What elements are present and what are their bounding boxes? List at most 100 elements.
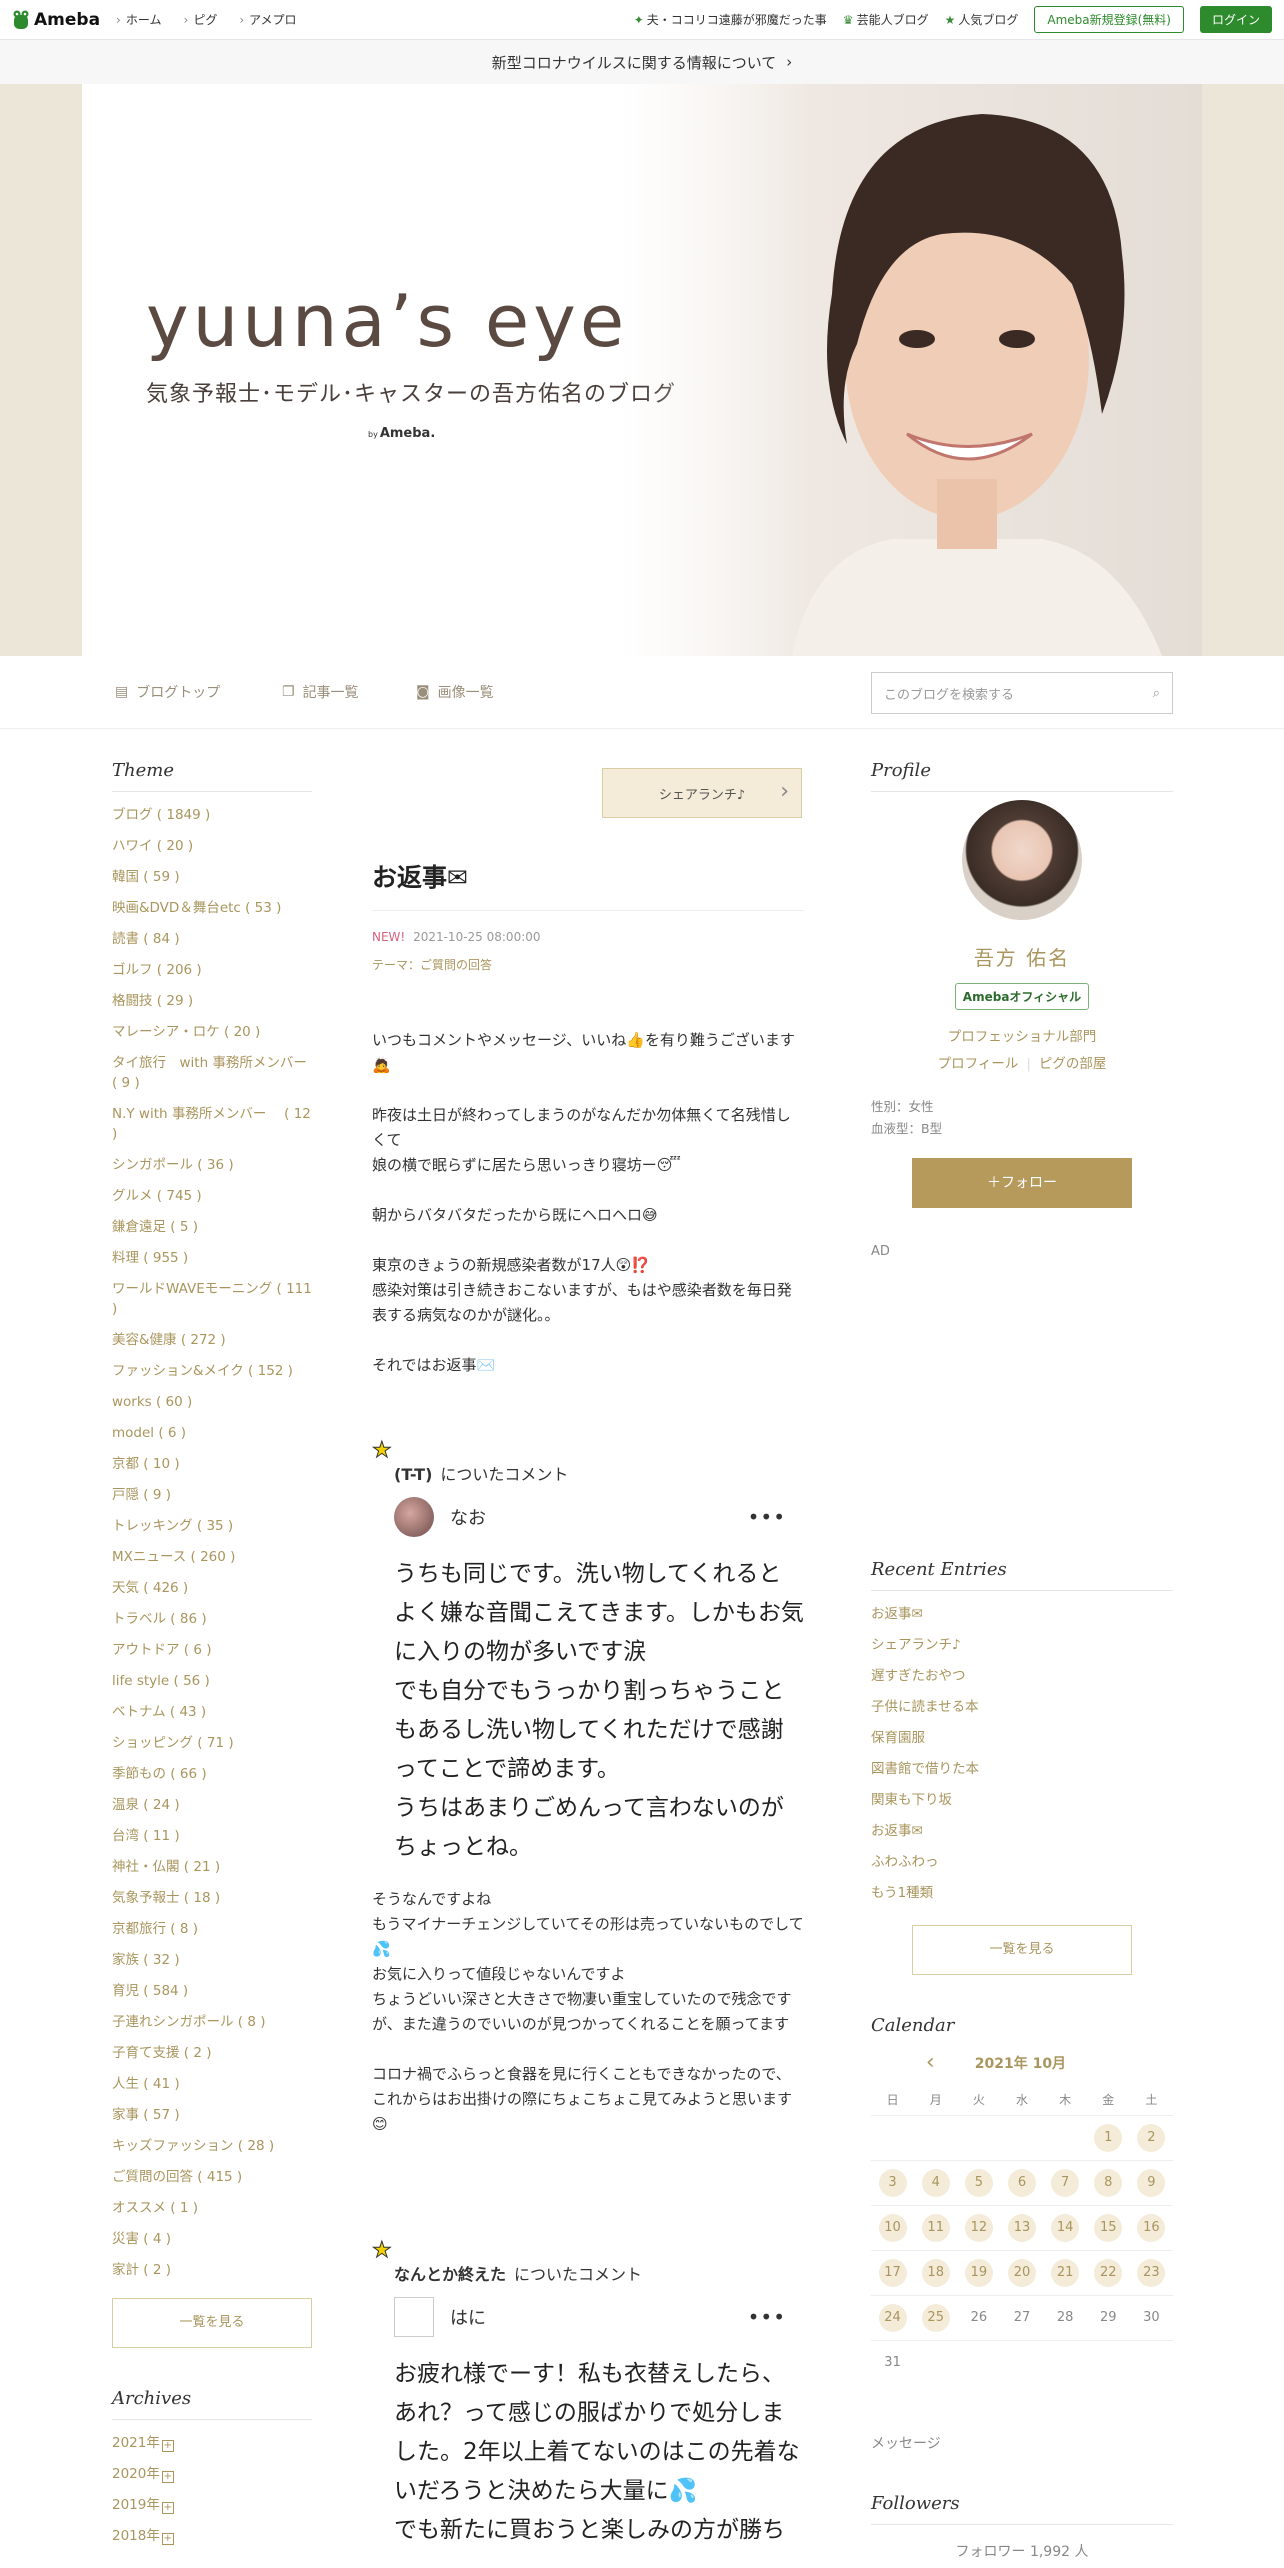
expand-icon[interactable]: + bbox=[161, 2440, 174, 2452]
calendar-day[interactable]: 9 bbox=[1129, 2159, 1173, 2205]
nav-amepro[interactable]: アメプロ bbox=[239, 11, 296, 28]
calendar-day[interactable]: 29 bbox=[1086, 2294, 1130, 2340]
calendar-day[interactable]: 10 bbox=[871, 2204, 915, 2250]
calendar-day[interactable]: 14 bbox=[1043, 2204, 1087, 2250]
calendar-day[interactable]: 5 bbox=[957, 2159, 1001, 2205]
theme-item[interactable]: life style ( 56 ) bbox=[112, 1666, 312, 1697]
theme-item[interactable]: 戸隠 ( 9 ) bbox=[112, 1480, 312, 1511]
calendar-day-with-entry[interactable]: 24 bbox=[878, 2303, 907, 2332]
covid-info-banner[interactable]: 新型コロナウイルスに関する情報について › bbox=[0, 40, 1284, 84]
login-button[interactable]: ログイン bbox=[1199, 6, 1272, 33]
calendar-day[interactable]: 21 bbox=[1043, 2249, 1087, 2295]
blog-search-input[interactable]: このブログを検索する ⌕ bbox=[871, 672, 1173, 714]
comment-user[interactable]: はに bbox=[394, 2297, 804, 2337]
theme-item[interactable]: ハワイ ( 20 ) bbox=[112, 831, 312, 862]
calendar-day-with-entry[interactable]: 22 bbox=[1094, 2258, 1123, 2287]
pigg-room-link[interactable]: ピグの部屋 bbox=[1039, 1056, 1107, 1072]
calendar-day[interactable]: 2 bbox=[1129, 2114, 1173, 2160]
calendar-day-with-entry[interactable]: 14 bbox=[1051, 2213, 1080, 2242]
menu-entry-list[interactable]: ❐ 記事一覧 bbox=[282, 682, 359, 702]
theme-item[interactable]: 京都旅行 ( 8 ) bbox=[112, 1914, 312, 1945]
theme-item[interactable]: アウトドア ( 6 ) bbox=[112, 1635, 312, 1666]
recent-entry-item[interactable]: ふわふわっ bbox=[871, 1847, 1173, 1878]
archive-item[interactable]: 2018年 + bbox=[112, 2521, 312, 2552]
theme-item[interactable]: グルメ ( 745 ) bbox=[112, 1181, 312, 1212]
calendar-day[interactable]: 18 bbox=[914, 2249, 958, 2295]
recent-entry-item[interactable]: お返事✉ bbox=[871, 1816, 1173, 1847]
theme-item[interactable]: 育児 ( 584 ) bbox=[112, 1976, 312, 2007]
calendar-day[interactable]: 3 bbox=[871, 2159, 915, 2205]
calendar-day-with-entry[interactable]: 21 bbox=[1051, 2258, 1080, 2287]
comment-user[interactable]: なお bbox=[394, 1497, 804, 1537]
theme-item[interactable]: 格闘技 ( 29 ) bbox=[112, 986, 312, 1017]
theme-item[interactable]: 天気 ( 426 ) bbox=[112, 1573, 312, 1604]
calendar-day-with-entry[interactable]: 1 bbox=[1094, 2123, 1123, 2152]
calendar-day-with-entry[interactable]: 5 bbox=[964, 2168, 993, 2197]
theme-item[interactable]: works ( 60 ) bbox=[112, 1387, 312, 1418]
calendar-day[interactable]: 31 bbox=[871, 2339, 915, 2385]
theme-item[interactable]: MXニュース ( 260 ) bbox=[112, 1542, 312, 1573]
calendar-day-with-entry[interactable]: 12 bbox=[964, 2213, 993, 2242]
recent-entry-item[interactable]: 図書館で借りた本 bbox=[871, 1754, 1173, 1785]
menu-blog-top[interactable]: ▤ ブログトップ bbox=[115, 682, 220, 702]
calendar-day[interactable]: 4 bbox=[914, 2159, 958, 2205]
theme-item[interactable]: 家事 ( 57 ) bbox=[112, 2100, 312, 2131]
theme-item[interactable]: 温泉 ( 24 ) bbox=[112, 1790, 312, 1821]
calendar-day-with-entry[interactable]: 3 bbox=[878, 2168, 907, 2197]
theme-item[interactable]: model ( 6 ) bbox=[112, 1418, 312, 1449]
expand-icon[interactable]: + bbox=[161, 2502, 174, 2514]
profile-link[interactable]: プロフィール bbox=[938, 1056, 1019, 1072]
theme-item[interactable]: キッズファッション ( 28 ) bbox=[112, 2131, 312, 2162]
theme-item[interactable]: 料理 ( 955 ) bbox=[112, 1243, 312, 1274]
recent-entry-item[interactable]: 保育園服 bbox=[871, 1723, 1173, 1754]
recent-entry-item[interactable]: 遅すぎたおやつ bbox=[871, 1661, 1173, 1692]
theme-item[interactable]: 美容&健康 ( 272 ) bbox=[112, 1325, 312, 1356]
calendar-day[interactable]: 1 bbox=[1086, 2114, 1130, 2160]
expand-icon[interactable]: + bbox=[161, 2471, 174, 2483]
theme-item[interactable]: 京都 ( 10 ) bbox=[112, 1449, 312, 1480]
recent-see-all-button[interactable]: 一覧を見る bbox=[912, 1925, 1132, 1975]
theme-item[interactable]: ベトナム ( 43 ) bbox=[112, 1697, 312, 1728]
expand-icon[interactable]: + bbox=[161, 2533, 174, 2545]
celebrity-blog-link[interactable]: ♛ 芸能人ブログ bbox=[843, 11, 929, 28]
theme-item[interactable]: トラベル ( 86 ) bbox=[112, 1604, 312, 1635]
theme-item[interactable]: 読書 ( 84 ) bbox=[112, 924, 312, 955]
calendar-day[interactable]: 8 bbox=[1086, 2159, 1130, 2205]
calendar-day-with-entry[interactable]: 10 bbox=[878, 2213, 907, 2242]
theme-item[interactable]: ブログ ( 1849 ) bbox=[112, 800, 312, 831]
theme-item[interactable]: タイ旅行 with 事務所メンバー ( 9 ) bbox=[112, 1048, 312, 1099]
theme-item[interactable]: 家計 ( 2 ) bbox=[112, 2255, 312, 2286]
chevron-left-icon[interactable]: ‹ bbox=[926, 2050, 935, 2075]
calendar-day-with-entry[interactable]: 13 bbox=[1007, 2213, 1036, 2242]
theme-item[interactable]: 家族 ( 32 ) bbox=[112, 1945, 312, 1976]
follow-button[interactable]: ＋フォロー bbox=[912, 1158, 1132, 1208]
more-options-icon[interactable]: ••• bbox=[748, 1505, 786, 1529]
calendar-day[interactable]: 23 bbox=[1129, 2249, 1173, 2295]
calendar-day[interactable]: 22 bbox=[1086, 2249, 1130, 2295]
calendar-day-with-entry[interactable]: 18 bbox=[921, 2258, 950, 2287]
more-options-icon[interactable]: ••• bbox=[748, 2305, 786, 2329]
calendar-day[interactable]: 7 bbox=[1043, 2159, 1087, 2205]
calendar-day[interactable]: 24 bbox=[871, 2294, 915, 2340]
calendar-day-with-entry[interactable]: 19 bbox=[964, 2258, 993, 2287]
recent-entry-item[interactable]: 子供に読ませる本 bbox=[871, 1692, 1173, 1723]
profile-name[interactable]: 吾方 佑名 bbox=[871, 942, 1173, 971]
register-button[interactable]: Ameba新規登録(無料) bbox=[1034, 6, 1184, 33]
recent-entry-item[interactable]: お返事✉ bbox=[871, 1599, 1173, 1630]
nav-home[interactable]: ホーム bbox=[116, 11, 162, 28]
calendar-day-with-entry[interactable]: 17 bbox=[878, 2258, 907, 2287]
theme-item[interactable]: ショッピング ( 71 ) bbox=[112, 1728, 312, 1759]
profile-avatar[interactable] bbox=[962, 800, 1082, 920]
menu-image-list[interactable]: ◙ 画像一覧 bbox=[416, 682, 494, 702]
theme-item[interactable]: ワールドWAVEモーニング ( 111 ) bbox=[112, 1274, 312, 1325]
theme-item[interactable]: 子連れシンガポール ( 8 ) bbox=[112, 2007, 312, 2038]
theme-item[interactable]: 神社・仏閣 ( 21 ) bbox=[112, 1852, 312, 1883]
blog-header-image[interactable]: yuuna’s eye 気象予報士･モデル･キャスターの吾方佑名のブログ by A… bbox=[82, 84, 1202, 656]
calendar-day-with-entry[interactable]: 7 bbox=[1051, 2168, 1080, 2197]
theme-item[interactable]: 映画&DVD＆舞台etc ( 53 ) bbox=[112, 893, 312, 924]
calendar-day-with-entry[interactable]: 16 bbox=[1137, 2213, 1166, 2242]
theme-item[interactable]: ゴルフ ( 206 ) bbox=[112, 955, 312, 986]
theme-item[interactable]: 災害 ( 4 ) bbox=[112, 2224, 312, 2255]
calendar-day-with-entry[interactable]: 15 bbox=[1094, 2213, 1123, 2242]
followers-count[interactable]: フォロワー 1,992 人 bbox=[871, 2541, 1173, 2561]
